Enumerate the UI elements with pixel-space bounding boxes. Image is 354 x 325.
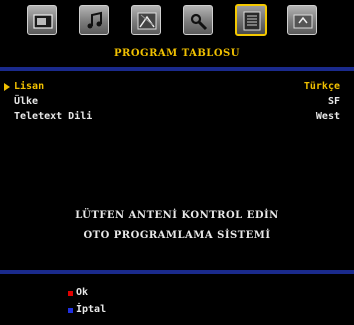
- blue-button-icon: [68, 308, 73, 313]
- top-separator: [0, 67, 354, 71]
- cancel-legend[interactable]: İptal: [68, 304, 107, 315]
- menu-row-label: Lisan: [14, 81, 45, 92]
- menu-tab-bar: [0, 4, 354, 45]
- red-button-icon: [68, 291, 73, 296]
- ok-legend[interactable]: Ok: [68, 287, 89, 298]
- menu-row-label: Teletext Dili: [14, 111, 93, 122]
- menu-row-value: SF: [327, 96, 340, 107]
- osd-menu: PROGRAM TABLOSU Lisan Türkçe Ülke SF Tel…: [0, 0, 354, 325]
- menu-row-language[interactable]: Lisan Türkçe: [4, 81, 340, 95]
- menu-row-label: Ülke: [14, 96, 39, 107]
- menu-row-value: West: [315, 111, 340, 122]
- menu-row-country[interactable]: Ülke SF: [14, 96, 340, 110]
- auto-program-message: OTO PROGRAMLAMA SİSTEMİ: [83, 230, 271, 241]
- install-icon[interactable]: [183, 5, 213, 35]
- menu-title: PROGRAM TABLOSU: [114, 48, 240, 59]
- antenna-warning-message: LÜTFEN ANTENİ KONTROL EDİN: [75, 210, 279, 221]
- picture-icon[interactable]: [27, 5, 57, 35]
- program-table-icon[interactable]: [235, 4, 267, 36]
- sound-icon[interactable]: [79, 5, 109, 35]
- selection-arrow-icon: [4, 83, 10, 91]
- cancel-label: İptal: [76, 304, 107, 315]
- bottom-separator: [0, 270, 354, 274]
- feature-icon[interactable]: [131, 5, 161, 35]
- menu-row-teletext-language[interactable]: Teletext Dili West: [14, 111, 340, 125]
- ok-label: Ok: [76, 287, 89, 298]
- menu-row-value: Türkçe: [303, 81, 340, 92]
- source-icon[interactable]: [287, 5, 317, 35]
